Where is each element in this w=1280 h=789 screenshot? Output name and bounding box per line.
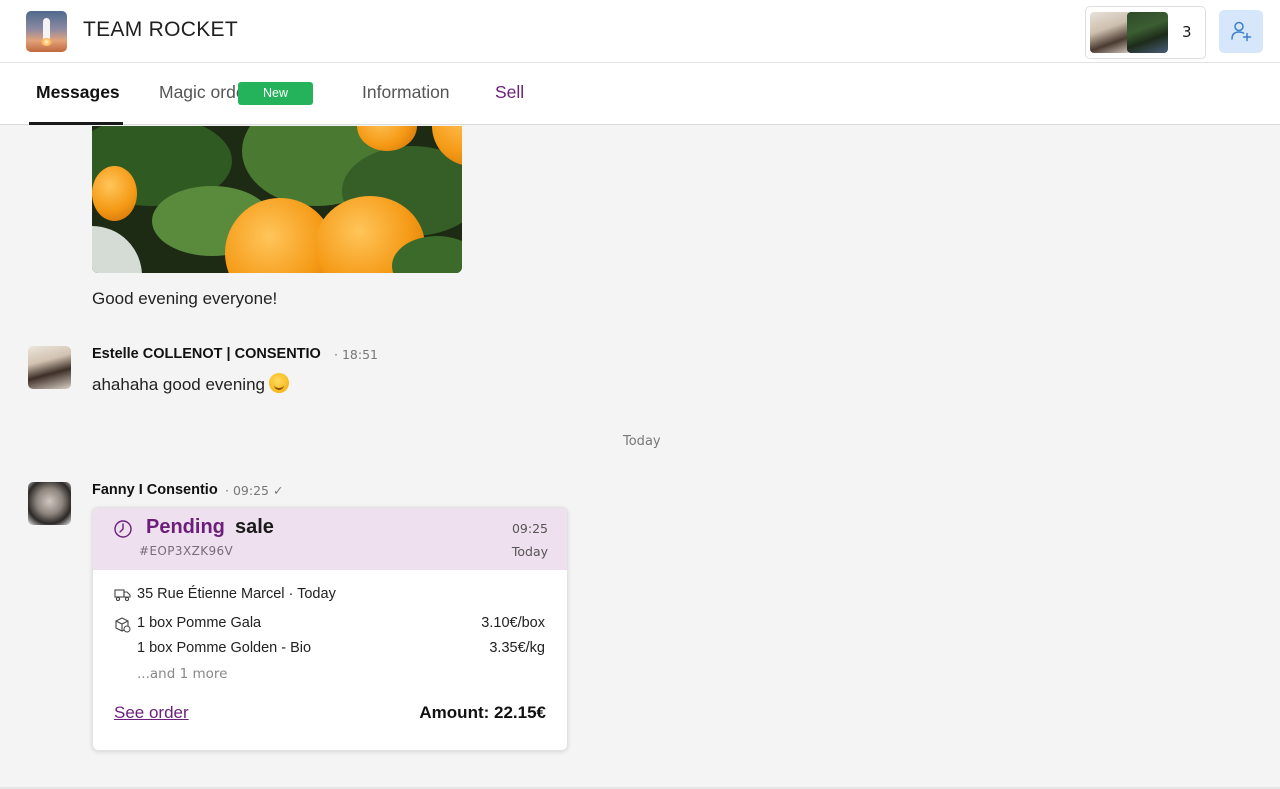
rocket-icon bbox=[43, 18, 50, 40]
order-time: 09:25 bbox=[511, 521, 548, 536]
order-item-price: 3.10€/box bbox=[481, 615, 545, 631]
avatar[interactable] bbox=[28, 482, 71, 525]
member-avatar bbox=[1090, 12, 1131, 53]
member-avatar bbox=[1127, 12, 1168, 53]
order-item-name: 1 box Pomme Golden - Bio bbox=[137, 640, 312, 656]
shared-photo[interactable] bbox=[92, 126, 462, 273]
hugging-face-emoji-icon bbox=[269, 373, 289, 393]
avatar[interactable] bbox=[28, 346, 71, 389]
order-type: sale bbox=[235, 516, 274, 538]
tab-messages[interactable]: Messages bbox=[36, 82, 120, 103]
delivery-address: 35 Rue Étienne Marcel · Today bbox=[137, 586, 336, 602]
see-order-link[interactable]: See order bbox=[114, 703, 189, 723]
tab-information[interactable]: Information bbox=[362, 82, 450, 103]
message-text-content: ahahaha good evening bbox=[92, 375, 265, 394]
top-header: TEAM ROCKET 3 bbox=[0, 0, 1280, 63]
member-count: 3 bbox=[1182, 23, 1192, 41]
order-amount: Amount: 22.15€ bbox=[419, 703, 546, 722]
order-status: Pending bbox=[146, 516, 225, 538]
sender-name[interactable]: Estelle COLLENOT | CONSENTIO bbox=[92, 346, 321, 362]
order-card-header: Pending sale #EOP3XZK96V 09:25 Today bbox=[93, 508, 567, 570]
box-icon bbox=[115, 617, 131, 633]
truck-icon bbox=[114, 589, 131, 602]
team-logo[interactable] bbox=[26, 11, 67, 52]
order-item-price: 3.35€/kg bbox=[489, 640, 545, 656]
tab-bar: Messages Magic orders New Information Se… bbox=[0, 63, 1280, 125]
clock-icon bbox=[114, 520, 132, 538]
team-title: TEAM ROCKET bbox=[83, 18, 238, 41]
message-text: ahahaha good evening bbox=[92, 373, 289, 395]
message-text: Good evening everyone! bbox=[92, 289, 278, 308]
sender-name[interactable]: Fanny I Consentio bbox=[92, 482, 218, 498]
more-items-text: ...and 1 more bbox=[137, 666, 228, 682]
rocket-flame bbox=[41, 38, 52, 46]
day-separator: Today bbox=[623, 434, 661, 449]
order-reference: #EOP3XZK96V bbox=[139, 544, 234, 558]
message-time: · 18:51 bbox=[334, 347, 378, 362]
order-card[interactable]: Pending sale #EOP3XZK96V 09:25 Today 35 … bbox=[92, 507, 568, 751]
order-day: Today bbox=[511, 544, 548, 559]
add-user-icon bbox=[1231, 21, 1252, 42]
active-tab-indicator bbox=[29, 122, 123, 125]
message-time: · 09:25 ✓ bbox=[225, 483, 284, 498]
members-button[interactable]: 3 bbox=[1085, 6, 1206, 59]
order-item-name: 1 box Pomme Gala bbox=[137, 615, 262, 631]
add-user-button[interactable] bbox=[1219, 10, 1263, 53]
tab-sell[interactable]: Sell bbox=[495, 82, 524, 103]
new-badge: New bbox=[238, 82, 313, 105]
